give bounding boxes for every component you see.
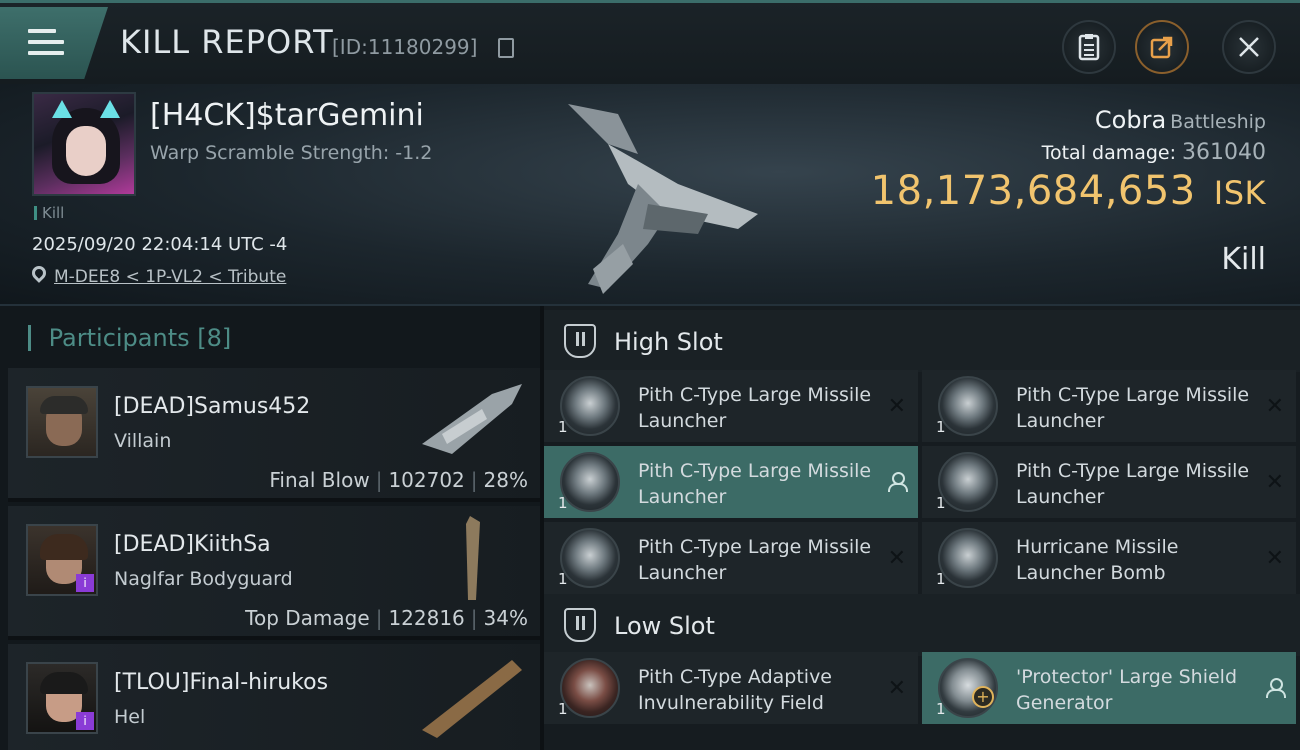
copy-icon[interactable] [498, 38, 514, 58]
high-slot-title: High Slot [614, 328, 723, 356]
module-name: Pith C-Type Large Missile Launcher [638, 384, 872, 432]
participant-stats: Top Damage | 122816 | 34% [245, 606, 528, 630]
fittings-panel: High Slot 1 Pith C-Type Large Missile La… [544, 306, 1300, 750]
module-item[interactable]: 1 Pith C-Type Large Missile Launcher ✕ [544, 522, 918, 594]
module-item[interactable]: 1 Pith C-Type Large Missile Launcher [544, 446, 918, 518]
info-badge-icon: i [76, 574, 94, 592]
participant-name: [DEAD]Samus452 [114, 394, 311, 419]
participant-ship-image [422, 384, 522, 454]
participant-row[interactable]: [DEAD]Samus452 Villain Final Blow | 102702… [8, 368, 540, 502]
module-name: Pith C-Type Adaptive Invulnerability Fie… [638, 666, 832, 714]
module-item[interactable]: 1 Pith C-Type Large Missile Launcher ✕ [544, 370, 918, 442]
info-badge-icon: i [76, 712, 94, 730]
destroyed-x-icon: ✕ [1265, 394, 1284, 419]
result-label: Kill [1221, 242, 1266, 277]
share-button[interactable] [1135, 20, 1189, 74]
victim-banner: [H4CK]$tarGemini Warp Scramble Strength:… [0, 84, 1300, 306]
participant-name: [DEAD]KiithSa [114, 532, 271, 557]
participants-header: Participants [8] [28, 324, 232, 352]
high-slot-header: High Slot [544, 310, 1300, 372]
header-bar: KILL REPORT [ID:11180299] [0, 0, 1300, 84]
destroyed-x-icon: ✕ [887, 546, 906, 571]
low-slot-title: Low Slot [614, 612, 715, 640]
participant-ship: Villain [114, 430, 172, 452]
destroyed-x-icon: ✕ [887, 394, 906, 419]
share-icon [1137, 22, 1187, 72]
victim-name[interactable]: [H4CK]$tarGemini [150, 98, 424, 133]
module-name: Pith C-Type Large Missile Launcher [1016, 460, 1250, 508]
bomb-launcher-icon [938, 528, 998, 588]
location-link[interactable]: M-DEE8 < 1P-VL2 < Tribute [54, 267, 286, 287]
module-item[interactable]: 1 Pith C-Type Adaptive Invulnerability F… [544, 652, 918, 724]
plus-badge-icon: + [972, 686, 994, 708]
participant-row[interactable]: i [DEAD]KiithSa Naglfar Bodyguard Top Da… [8, 506, 540, 640]
report-id: [ID:11180299] [332, 35, 478, 59]
location-pin-icon [29, 263, 49, 283]
destroyed-x-icon: ✕ [1265, 470, 1284, 495]
menu-button[interactable] [0, 7, 108, 79]
page-title: KILL REPORT [120, 23, 334, 61]
missile-launcher-icon [560, 376, 620, 436]
missile-launcher-icon [560, 528, 620, 588]
module-item[interactable]: 1 Pith C-Type Large Missile Launcher ✕ [922, 370, 1296, 442]
module-name: 'Protector' Large Shield Generator [1016, 666, 1238, 714]
invulnerability-field-icon [560, 658, 620, 718]
high-slot-icon [564, 324, 596, 358]
victim-avatar[interactable] [32, 92, 136, 196]
module-name: Hurricane Missile Launcher Bomb [1016, 536, 1179, 584]
module-item[interactable]: 1 Hurricane Missile Launcher Bomb ✕ [922, 522, 1296, 594]
victim-subtitle: Warp Scramble Strength: -1.2 [150, 142, 433, 164]
victim-ship-image [568, 104, 758, 294]
menu-icon [28, 29, 64, 59]
kill-tag: Kill [34, 204, 64, 222]
missile-launcher-icon [938, 376, 998, 436]
total-damage: Total damage: 361040 [1041, 140, 1266, 165]
module-item[interactable]: + 1 'Protector' Large Shield Generator [922, 652, 1296, 724]
module-name: Pith C-Type Large Missile Launcher [638, 536, 872, 584]
dropped-user-icon [888, 472, 908, 492]
missile-launcher-icon [560, 452, 620, 512]
dropped-user-icon [1266, 678, 1286, 698]
avatar[interactable] [26, 386, 98, 458]
module-item[interactable]: 1 Pith C-Type Large Missile Launcher ✕ [922, 446, 1296, 518]
avatar[interactable]: i [26, 662, 98, 734]
participant-ship-image [466, 516, 480, 600]
ship-name: Cobra Battleship [1094, 106, 1266, 134]
participants-panel: Participants [8] [DEAD]Samus452 Villain … [0, 306, 540, 750]
participant-ship-image [422, 660, 522, 738]
kill-timestamp: 2025/09/20 22:04:14 UTC -4 [32, 234, 288, 255]
close-icon [1224, 22, 1274, 72]
low-slot-icon [564, 608, 596, 642]
clipboard-icon [1064, 22, 1114, 72]
participant-row[interactable]: i [TLOU]Final-hirukos Hel [8, 644, 540, 750]
missile-launcher-icon [938, 452, 998, 512]
isk-value: 18,173,684,653 ISK [870, 168, 1266, 214]
participant-stats: Final Blow | 102702 | 28% [269, 468, 528, 492]
clipboard-button[interactable] [1062, 20, 1116, 74]
participant-name: [TLOU]Final-hirukos [114, 670, 329, 695]
destroyed-x-icon: ✕ [887, 676, 906, 701]
module-name: Pith C-Type Large Missile Launcher [1016, 384, 1250, 432]
module-name: Pith C-Type Large Missile Launcher [638, 460, 872, 508]
avatar[interactable]: i [26, 524, 98, 596]
participant-ship: Hel [114, 706, 146, 728]
participant-ship: Naglfar Bodyguard [114, 568, 293, 590]
close-button[interactable] [1222, 20, 1276, 74]
low-slot-header: Low Slot [544, 594, 1300, 656]
destroyed-x-icon: ✕ [1265, 546, 1284, 571]
